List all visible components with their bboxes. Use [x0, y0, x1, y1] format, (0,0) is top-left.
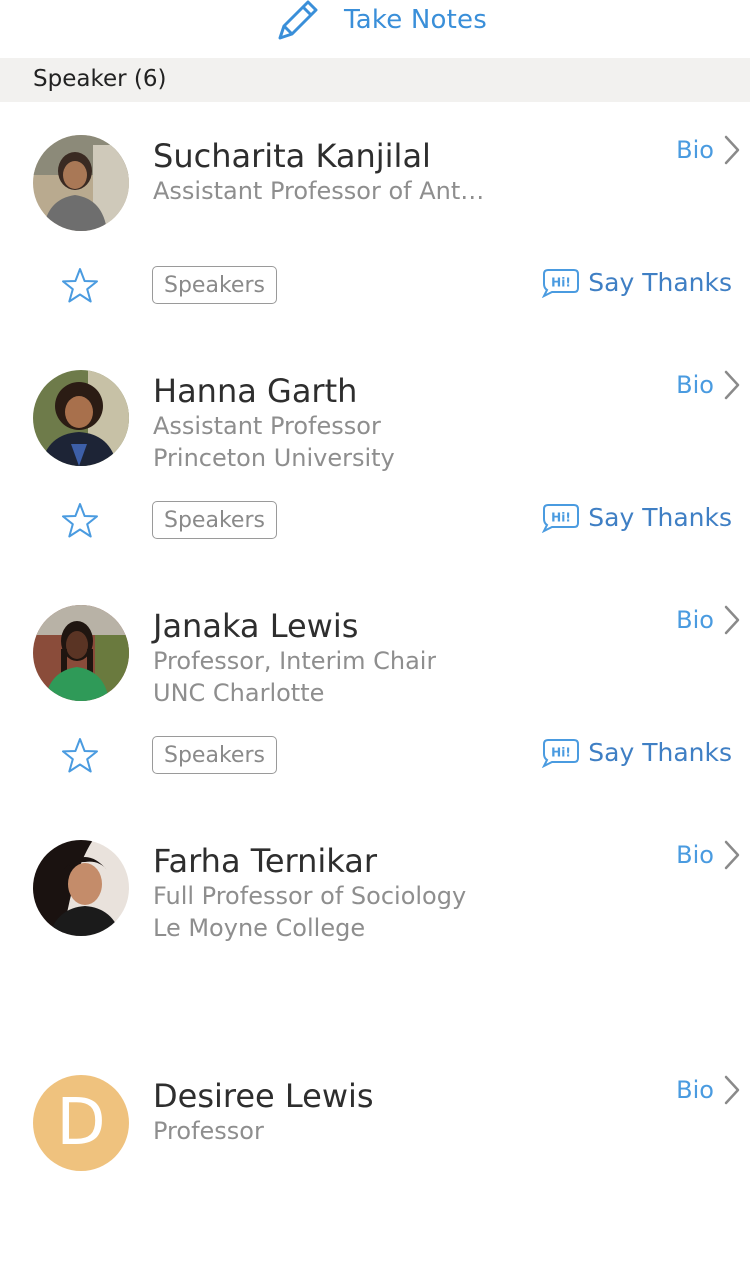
speaker-row[interactable]: Hanna Garth Assistant Professor Princeto… [0, 338, 750, 574]
hi-bubble-icon: Hi! [542, 269, 580, 298]
bio-label: Bio [676, 1076, 714, 1104]
say-thanks-button[interactable]: Hi! Say Thanks [540, 266, 732, 298]
speaker-name: Sucharita Kanjilal [153, 137, 431, 175]
chevron-right-icon [724, 370, 740, 400]
star-icon[interactable] [60, 266, 100, 306]
chevron-right-icon [724, 1075, 740, 1105]
speaker-row[interactable]: Janaka Lewis Professor, Interim Chair UN… [0, 573, 750, 809]
star-icon[interactable] [60, 501, 100, 541]
avatar[interactable]: D [33, 1075, 129, 1171]
tag-label: Speakers [164, 742, 265, 768]
speaker-title: Full Professor of Sociology [153, 882, 467, 910]
bio-link[interactable]: Bio [676, 605, 740, 635]
hi-bubble-icon: Hi! [542, 739, 580, 768]
bio-link[interactable]: Bio [676, 1075, 740, 1105]
speaker-row[interactable]: D Desiree Lewis Professor Bio [0, 1043, 750, 1278]
category-tag: Speakers [152, 501, 277, 539]
avatar[interactable] [33, 840, 129, 936]
bio-label: Bio [676, 606, 714, 634]
bio-label: Bio [676, 136, 714, 164]
avatar-photo [33, 605, 129, 701]
speaker-name: Farha Ternikar [153, 842, 378, 880]
say-thanks-label: Say Thanks [588, 267, 732, 297]
chevron-right-icon [724, 135, 740, 165]
avatar[interactable] [33, 135, 129, 231]
say-thanks-label: Say Thanks [588, 737, 732, 767]
speaker-row[interactable]: Sucharita Kanjilal Assistant Professor o… [0, 103, 750, 339]
star-icon[interactable] [60, 736, 100, 776]
tag-label: Speakers [164, 507, 265, 533]
speaker-name: Desiree Lewis [153, 1077, 374, 1115]
chevron-right-icon [724, 605, 740, 635]
avatar-initial: D [33, 1075, 129, 1171]
category-tag: Speakers [152, 736, 277, 774]
pencil-icon [278, 0, 318, 40]
take-notes-button[interactable]: Take Notes [276, 0, 487, 40]
speaker-row[interactable]: Farha Ternikar Full Professor of Sociolo… [0, 808, 750, 1044]
speaker-title: Assistant Professor of Ant… [153, 177, 485, 205]
hi-badge-text: Hi! [551, 746, 571, 760]
speaker-organization: UNC Charlotte [153, 679, 325, 707]
take-notes-label: Take Notes [344, 5, 487, 35]
section-title: Speaker (6) [33, 66, 167, 92]
bio-link[interactable]: Bio [676, 135, 740, 165]
speaker-title: Professor [153, 1117, 264, 1145]
category-tag: Speakers [152, 266, 277, 304]
speaker-title: Professor, Interim Chair [153, 647, 437, 675]
tag-label: Speakers [164, 272, 265, 298]
say-thanks-label: Say Thanks [588, 502, 732, 532]
bio-label: Bio [676, 371, 714, 399]
bio-link[interactable]: Bio [676, 370, 740, 400]
hi-badge-text: Hi! [551, 511, 571, 525]
chevron-right-icon [724, 840, 740, 870]
avatar-photo [33, 840, 129, 936]
hi-bubble-icon: Hi! [542, 504, 580, 533]
speaker-title: Assistant Professor [153, 412, 381, 440]
hi-badge-text: Hi! [551, 276, 571, 290]
speaker-name: Janaka Lewis [153, 607, 359, 645]
avatar[interactable] [33, 605, 129, 701]
say-thanks-button[interactable]: Hi! Say Thanks [540, 736, 732, 768]
top-bar: Take Notes [0, 0, 750, 58]
bio-label: Bio [676, 841, 714, 869]
speaker-organization: Le Moyne College [153, 914, 366, 942]
bio-link[interactable]: Bio [676, 840, 740, 870]
avatar[interactable] [33, 370, 129, 466]
say-thanks-button[interactable]: Hi! Say Thanks [540, 501, 732, 533]
speaker-name: Hanna Garth [153, 372, 358, 410]
speaker-organization: Princeton University [153, 444, 395, 472]
section-header: Speaker (6) [0, 58, 750, 102]
avatar-photo [33, 135, 129, 231]
avatar-photo [33, 370, 129, 466]
